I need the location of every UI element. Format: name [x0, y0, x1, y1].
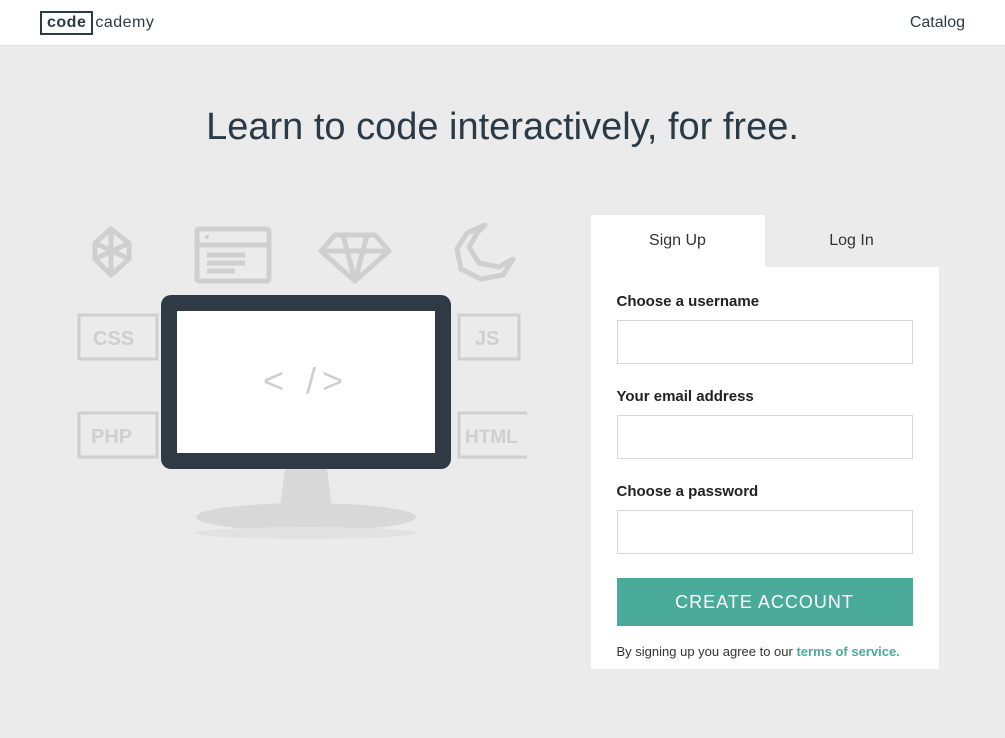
username-field[interactable]: [617, 320, 913, 364]
signup-form: Choose a username Your email address Cho…: [591, 267, 939, 669]
css-badge: CSS: [79, 315, 157, 359]
browser-icon: [197, 229, 269, 281]
auth-card: Sign Up Log In Choose a username Your em…: [591, 215, 939, 669]
consent-prefix: By signing up you agree to our: [617, 644, 797, 659]
nav-catalog-link[interactable]: Catalog: [910, 14, 965, 32]
logo-prefix: code: [40, 11, 93, 35]
password-label: Choose a password: [617, 483, 913, 500]
auth-tabs: Sign Up Log In: [591, 215, 939, 267]
svg-text:PHP: PHP: [91, 426, 132, 448]
email-label: Your email address: [617, 388, 913, 405]
js-badge: JS: [459, 315, 519, 359]
monitor-icon: < />: [161, 295, 451, 539]
logo-suffix: cademy: [95, 14, 154, 32]
terms-of-service-link[interactable]: terms of service.: [796, 644, 899, 659]
password-field[interactable]: [617, 510, 913, 554]
content-columns: CSS PHP JS HTML: [0, 215, 1005, 669]
consent-text: By signing up you agree to our terms of …: [617, 644, 913, 659]
hero-illustration: CSS PHP JS HTML: [67, 215, 527, 555]
header: code cademy Catalog: [0, 0, 1005, 46]
create-account-button[interactable]: CREATE ACCOUNT: [617, 578, 913, 626]
python-icon: [95, 229, 129, 275]
ruby-icon: [321, 235, 389, 281]
svg-text:CSS: CSS: [93, 328, 134, 350]
svg-text:JS: JS: [475, 328, 499, 350]
email-field[interactable]: [617, 415, 913, 459]
username-label: Choose a username: [617, 293, 913, 310]
php-badge: PHP: [79, 413, 157, 457]
crescent-icon: [457, 225, 513, 279]
page-headline: Learn to code interactively, for free.: [0, 106, 1005, 149]
hero-section: Learn to code interactively, for free.: [0, 46, 1005, 738]
html-badge: HTML: [459, 413, 527, 457]
monitor-screen-text: < />: [262, 360, 348, 401]
brand-logo[interactable]: code cademy: [40, 11, 154, 35]
tab-login[interactable]: Log In: [765, 215, 939, 267]
svg-text:HTML: HTML: [465, 427, 518, 448]
tab-signup[interactable]: Sign Up: [591, 215, 765, 267]
illustration-svg: CSS PHP JS HTML: [67, 215, 527, 555]
